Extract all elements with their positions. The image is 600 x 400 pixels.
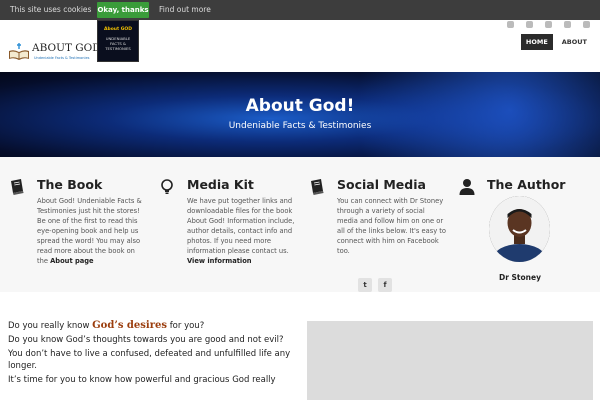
hero-banner: About God! Undeniable Facts & Testimonie…	[0, 72, 600, 157]
facebook-button[interactable]: f	[378, 278, 392, 292]
cookie-more-link[interactable]: Find out more	[159, 5, 211, 14]
main-nav: HOME ABOUT	[520, 34, 592, 50]
intro-line-1: Do you really know God’s desires for you…	[8, 320, 298, 332]
site-header: ABOUT GOD Undeniable Facts & Testimonies…	[0, 20, 600, 72]
intro-line-1-start: Do you really know	[8, 321, 90, 331]
twitter-button[interactable]: t	[358, 278, 372, 292]
lightbulb-icon	[161, 179, 173, 194]
about-page-link[interactable]: About page	[50, 257, 93, 265]
user-icon	[459, 179, 475, 195]
cookie-message: This site uses cookies	[10, 5, 92, 14]
logo-tagline: Undeniable Facts & Testimonies	[34, 56, 90, 60]
feature-title-book: The Book	[37, 177, 103, 192]
book-icon	[11, 179, 24, 195]
logo-name: ABOUT GOD	[32, 42, 101, 54]
intro-line-2: Do you know God’s thoughts towards you a…	[8, 335, 284, 345]
feature-title-social: Social Media	[337, 177, 426, 192]
feature-title-author: The Author	[487, 177, 566, 192]
site-logo[interactable]: ABOUT GOD Undeniable Facts & Testimonies	[8, 40, 101, 64]
book-cover-thumbnail[interactable]: About GOD UNDENIABLE FACTS & TESTIMONIES	[97, 20, 139, 62]
book-thumb-title: About GOD	[104, 27, 132, 32]
book-icon	[311, 179, 324, 195]
nav-about[interactable]: ABOUT	[557, 34, 592, 50]
media-placeholder	[307, 321, 593, 400]
cookie-bar: This site uses cookies Okay, thanks Find…	[0, 0, 600, 20]
author-name: Dr Stoney	[499, 273, 541, 282]
book-thumb-subtitle: UNDENIABLE FACTS & TESTIMONIES	[105, 36, 131, 51]
intro-line-1-end: for you?	[169, 321, 205, 331]
feature-text-media-body: We have put together links and downloada…	[187, 197, 295, 255]
intro-line-3: You don’t have to live a confused, defea…	[8, 349, 291, 371]
hero-title: About God!	[245, 96, 355, 116]
hero-subtitle: Undeniable Facts & Testimonies	[228, 121, 372, 131]
feature-text-book-body: About God! Undeniable Facts & Testimonie…	[37, 197, 142, 265]
gods-desires-emphasis: God’s desires	[92, 320, 167, 331]
pinterest-icon[interactable]	[526, 21, 533, 28]
feature-text-media: We have put together links and downloada…	[187, 196, 297, 266]
open-book-logo-icon	[9, 43, 29, 60]
author-portrait	[489, 196, 550, 262]
mail-icon[interactable]	[564, 21, 571, 28]
cookie-accept-button[interactable]: Okay, thanks	[97, 2, 149, 18]
facebook-icon[interactable]	[583, 21, 590, 28]
twitter-icon[interactable]	[507, 21, 514, 28]
view-information-link[interactable]: View information	[187, 256, 297, 266]
feature-title-media: Media Kit	[187, 177, 254, 192]
feature-text-book: About God! Undeniable Facts & Testimonie…	[37, 196, 147, 266]
intro-content: Do you really know God’s desires for you…	[8, 320, 298, 388]
feature-text-social: You can connect with Dr Stoney through a…	[337, 197, 447, 255]
intro-line-4: It’s time for you to know how powerful a…	[8, 375, 276, 385]
header-social-icons	[507, 20, 590, 32]
author-photo	[489, 196, 550, 262]
bookmark-icon[interactable]	[545, 21, 552, 28]
nav-home[interactable]: HOME	[520, 34, 553, 50]
